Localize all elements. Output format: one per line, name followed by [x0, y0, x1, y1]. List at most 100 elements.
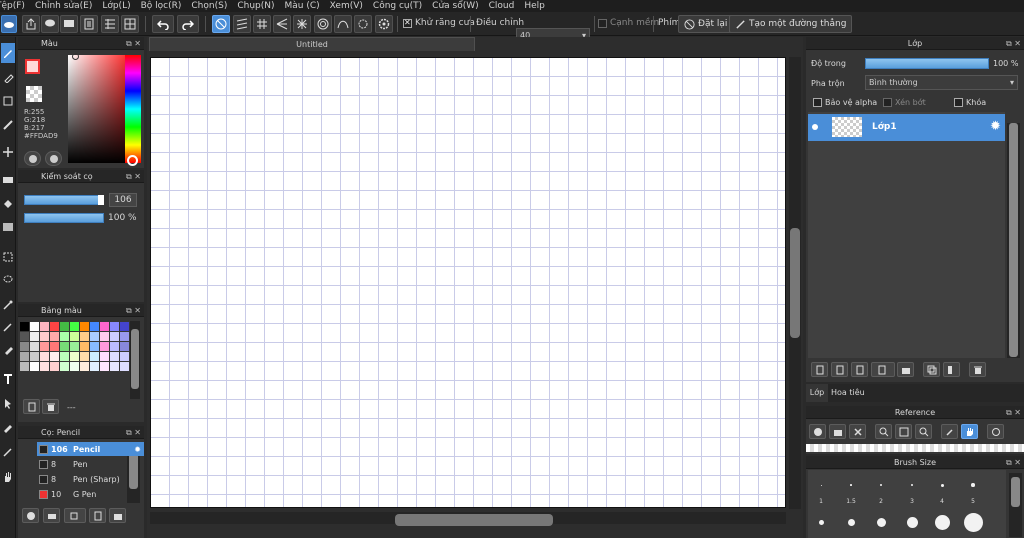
palette-swatch[interactable] — [50, 322, 59, 331]
brush-size-preset[interactable] — [820, 484, 822, 486]
palette-swatch[interactable] — [60, 332, 69, 341]
transparent-color-swatch[interactable] — [26, 86, 42, 102]
antialias-checkbox[interactable] — [403, 18, 412, 28]
zoom-out-button[interactable] — [915, 424, 932, 439]
palette-swatch[interactable] — [90, 332, 99, 341]
brush-size-handle[interactable] — [98, 195, 104, 205]
duplicate-layer-button[interactable] — [923, 362, 940, 377]
reference-rotate-button[interactable] — [987, 424, 1004, 439]
window-control-icon[interactable]: ⧉ ✕ — [126, 428, 141, 438]
palette-swatch[interactable] — [90, 362, 99, 371]
no-snap-icon[interactable] — [212, 15, 230, 33]
radial-snap-icon[interactable] — [293, 15, 311, 33]
palette-swatch[interactable] — [60, 342, 69, 351]
palette-swatch[interactable] — [70, 322, 79, 331]
select-pen-tool-icon[interactable] — [1, 317, 15, 337]
menu-item-11[interactable]: Help — [524, 1, 545, 11]
reference-close-button[interactable] — [849, 424, 866, 439]
palette-swatch[interactable] — [70, 342, 79, 351]
palette-swatch[interactable] — [40, 332, 49, 341]
palette-swatch[interactable] — [80, 332, 89, 341]
eye-icon[interactable] — [812, 124, 818, 130]
comment-icon[interactable] — [60, 15, 78, 33]
export-icon[interactable] — [22, 15, 40, 33]
palette-swatch[interactable] — [20, 362, 29, 371]
palette-swatch[interactable] — [110, 342, 119, 351]
palette-swatch[interactable] — [70, 352, 79, 361]
layer-scrollbar[interactable] — [1007, 123, 1020, 358]
palette-swatch[interactable] — [120, 362, 129, 371]
gear-icon[interactable]: ✹ — [134, 445, 141, 454]
palette-swatch[interactable] — [70, 332, 79, 341]
palette-swatch[interactable] — [30, 322, 39, 331]
palette-swatch[interactable] — [80, 362, 89, 371]
canvas-vertical-scroll-thumb[interactable] — [790, 228, 800, 338]
eraser-tool-icon[interactable] — [1, 67, 15, 87]
brush-size-scroll-thumb[interactable] — [1011, 477, 1020, 507]
table-icon[interactable] — [121, 15, 139, 33]
reference-open-button[interactable] — [829, 424, 846, 439]
palette-swatch[interactable] — [60, 362, 69, 371]
brush-size-preset[interactable] — [847, 518, 855, 526]
palette-swatch[interactable] — [120, 352, 129, 361]
layer-folder-button[interactable] — [897, 362, 914, 377]
perspective-snap-icon[interactable] — [273, 15, 291, 33]
document-icon[interactable] — [80, 15, 98, 33]
brush-open-folder-button[interactable] — [109, 508, 126, 523]
menu-item-1[interactable]: Chỉnh sửa(E) — [35, 1, 92, 11]
new-layer-button[interactable] — [811, 362, 828, 377]
reference-image-area[interactable] — [806, 444, 1024, 452]
rect-fill-tool-icon[interactable] — [1, 170, 15, 190]
palette-swatch[interactable] — [90, 342, 99, 351]
bucket-tool-icon[interactable] — [1, 194, 15, 214]
palette-swatch[interactable] — [40, 352, 49, 361]
tab-layer[interactable]: Lớp — [806, 384, 828, 402]
brush-size-preset[interactable] — [934, 514, 950, 530]
palette-swatch[interactable] — [70, 362, 79, 371]
brush-folder-button[interactable] — [43, 508, 60, 523]
window-control-icon[interactable]: ⧉ ✕ — [126, 306, 141, 316]
eyedropper-tool-icon[interactable] — [1, 417, 15, 437]
zoom-in-button[interactable] — [875, 424, 892, 439]
gear-icon[interactable]: ✹ — [990, 119, 1001, 134]
grid-menu-icon[interactable] — [101, 15, 119, 33]
speech-bubble-icon[interactable] — [41, 15, 59, 33]
palette-swatch[interactable] — [110, 352, 119, 361]
undo-icon[interactable] — [152, 15, 174, 33]
brush-size-preset[interactable] — [876, 517, 886, 527]
palette-swatch[interactable] — [40, 342, 49, 351]
palette-swatch[interactable] — [120, 332, 129, 341]
window-control-icon[interactable]: ⧉ ✕ — [1006, 408, 1021, 418]
menu-item-9[interactable]: Cửa sổ(W) — [432, 1, 478, 11]
straight-line-button[interactable]: Tạo một đường thẳng — [729, 15, 853, 33]
fit-button[interactable] — [895, 424, 912, 439]
select-tool-icon[interactable] — [1, 247, 15, 267]
layer-opacity-slider[interactable] — [865, 58, 989, 69]
palette-swatch[interactable] — [20, 332, 29, 341]
palette-swatch[interactable] — [20, 352, 29, 361]
blend-mode-select[interactable]: Bình thường ▾ — [865, 75, 1018, 90]
reference-eyedropper-button[interactable] — [941, 424, 958, 439]
palette-swatch[interactable] — [60, 352, 69, 361]
brush-size-preset[interactable] — [850, 484, 852, 486]
protect-alpha-checkbox[interactable] — [813, 98, 822, 107]
parallel-snap-icon[interactable] — [233, 15, 251, 33]
palette-swatch[interactable] — [90, 352, 99, 361]
brush-opacity-slider[interactable] — [24, 213, 104, 223]
menu-item-0[interactable]: Tệp(F) — [0, 1, 25, 11]
settings-icon[interactable] — [375, 15, 393, 33]
redo-icon[interactable] — [177, 15, 199, 33]
gradient-tool-icon[interactable] — [1, 217, 15, 237]
brush-size-preset[interactable] — [963, 512, 983, 532]
brush-size-scrollbar[interactable] — [1009, 473, 1022, 537]
delete-layer-button[interactable] — [969, 362, 986, 377]
palette-swatch[interactable] — [20, 322, 29, 331]
palette-swatch[interactable] — [30, 352, 39, 361]
foreground-color-swatch[interactable] — [25, 59, 40, 74]
canvas-horizontal-scroll-thumb[interactable] — [395, 514, 553, 526]
document-tab[interactable]: Untitled — [149, 37, 475, 51]
move-tool-icon[interactable] — [1, 142, 15, 162]
eyedropper-2-tool-icon[interactable] — [1, 442, 15, 462]
brush-size-preset[interactable] — [880, 484, 882, 486]
new-layer-8bit-button[interactable] — [831, 362, 848, 377]
